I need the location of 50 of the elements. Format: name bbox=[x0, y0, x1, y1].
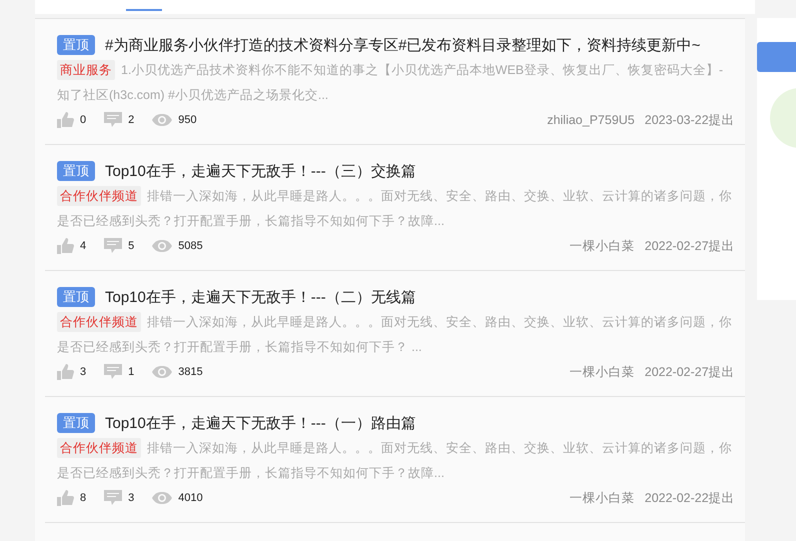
post-summary: 商业服务 1.小贝优选产品技术资料你不能不知道的事之【小贝优选产品本地WEB登录、恢复出厂、恢复密码大全】-知了社区(h3c.com) #小贝优选产品之场景化交... bbox=[57, 58, 735, 108]
view-count: 5085 bbox=[178, 240, 203, 252]
view-count: 3815 bbox=[178, 366, 203, 378]
comment-count: 3 bbox=[128, 492, 134, 504]
author-name[interactable]: 一棵小白菜 bbox=[570, 238, 635, 254]
thumbs-up-icon[interactable] bbox=[57, 112, 74, 128]
thumbs-up-icon[interactable] bbox=[57, 238, 74, 254]
post-date: 2022-02-27提出 bbox=[644, 364, 735, 380]
post-summary: 合作伙伴频道 排错一入深如海，从此早睡是路人。。。面对无线、安全、路由、交换、业软、云计算的诸多问题，你是否已经感到头秃？打开配置手册，长篇指导不知如何下手？故障... bbox=[57, 436, 735, 486]
category-tag[interactable]: 商业服务 bbox=[57, 60, 115, 80]
like-count: 0 bbox=[80, 114, 86, 126]
like-count: 4 bbox=[80, 240, 86, 252]
eye-icon bbox=[152, 366, 172, 378]
category-tag[interactable]: 合作伙伴频道 bbox=[57, 312, 141, 332]
view-count: 4010 bbox=[178, 492, 203, 504]
comment-count: 5 bbox=[128, 240, 134, 252]
sidebar-header bbox=[756, 42, 796, 72]
pinned-badge: 置顶 bbox=[57, 413, 95, 433]
pinned-badge: 置顶 bbox=[57, 161, 95, 181]
comment-count: 2 bbox=[128, 114, 134, 126]
eye-icon bbox=[152, 240, 172, 252]
pinned-badge: 置顶 bbox=[57, 287, 95, 307]
post-title[interactable]: Top10在手，走遍天下无敌手！---（三）交换篇 bbox=[105, 162, 416, 180]
post-summary: 合作伙伴频道 排错一入深如海，从此早睡是路人。。。面对无线、安全、路由、交换、业软、云计算的诸多问题，你是否已经感到头秃？打开配置手册，长篇指导不知如何下手？ ... bbox=[57, 310, 735, 360]
comment-icon[interactable] bbox=[104, 238, 122, 254]
thumbs-up-icon[interactable] bbox=[57, 490, 74, 506]
category-tag[interactable]: 合作伙伴频道 bbox=[57, 438, 141, 458]
comment-icon[interactable] bbox=[104, 490, 122, 506]
post-title[interactable]: Top10在手，走遍天下无敌手！---（一）路由篇 bbox=[105, 414, 416, 432]
like-count: 3 bbox=[80, 366, 86, 378]
post-title[interactable]: #为商业服务小伙伴打造的技术资料分享专区#已发布资料目录整理如下，资料持续更新中~ bbox=[105, 36, 700, 54]
thumbs-up-icon[interactable] bbox=[57, 364, 74, 380]
eye-icon bbox=[152, 492, 172, 504]
comment-count: 1 bbox=[128, 366, 134, 378]
eye-icon bbox=[152, 114, 172, 126]
post-title[interactable]: Top10在手，走遍天下无敌手！---（二）无线篇 bbox=[105, 288, 416, 306]
like-count: 8 bbox=[80, 492, 86, 504]
post-date: 2022-02-27提出 bbox=[644, 238, 735, 254]
comment-icon[interactable] bbox=[104, 112, 122, 128]
comment-icon[interactable] bbox=[104, 364, 122, 380]
post-date: 2022-02-22提出 bbox=[644, 490, 735, 506]
post-summary: 合作伙伴频道 排错一入深如海，从此早睡是路人。。。面对无线、安全、路由、交换、业软、云计算的诸多问题，你是否已经感到头秃？打开配置手册，长篇指导不知如何下手？故障... bbox=[57, 184, 735, 234]
author-name[interactable]: 一棵小白菜 bbox=[570, 364, 635, 380]
post-date: 2023-03-22提出 bbox=[644, 112, 735, 128]
category-tag[interactable]: 合作伙伴频道 bbox=[57, 186, 141, 206]
author-name[interactable]: zhiliao_P759U5 bbox=[547, 113, 635, 127]
author-name[interactable]: 一棵小白菜 bbox=[570, 490, 635, 506]
view-count: 950 bbox=[178, 114, 197, 126]
tab-indicator bbox=[126, 9, 162, 11]
pinned-badge: 置顶 bbox=[57, 35, 95, 55]
